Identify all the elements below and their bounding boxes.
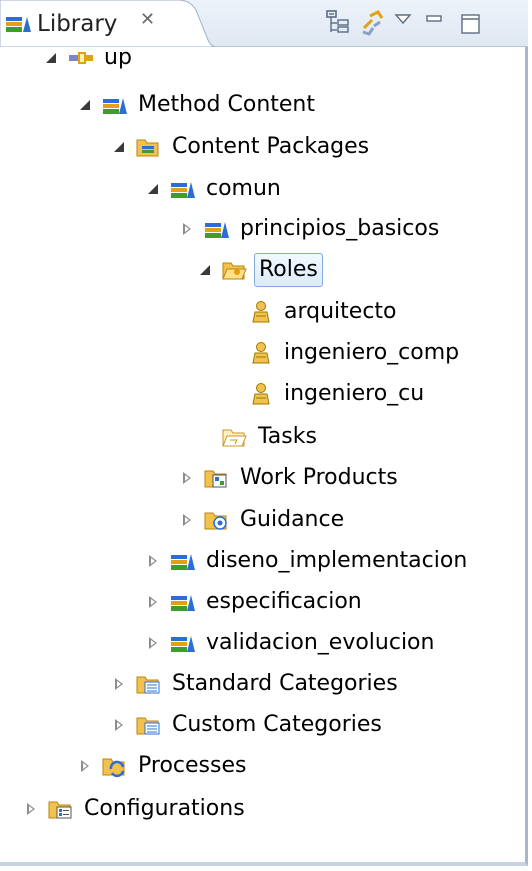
tree-item-guidance[interactable]: Guidance bbox=[180, 500, 348, 540]
tree-item-label: principios_basicos bbox=[240, 216, 440, 241]
tasks-folder-icon bbox=[222, 425, 248, 449]
tree-item-standard-categories[interactable]: Standard Categories bbox=[112, 664, 402, 704]
minimize-icon[interactable] bbox=[423, 12, 449, 40]
content-package-icon bbox=[170, 177, 196, 201]
tree-item-processes[interactable]: Processes bbox=[78, 746, 250, 786]
tree-item-method-content[interactable]: Method Content bbox=[78, 85, 319, 125]
collapsed-arrow-icon[interactable] bbox=[146, 595, 160, 609]
tree-item-label: Roles bbox=[254, 253, 323, 287]
tree-item-content-packages[interactable]: Content Packages bbox=[112, 127, 373, 167]
method-library-icon bbox=[102, 93, 128, 117]
tree-item-label: ingeniero_cu bbox=[284, 381, 425, 406]
role-icon bbox=[248, 382, 274, 406]
collapsed-arrow-icon[interactable] bbox=[112, 718, 126, 732]
tree-item-comun[interactable]: comun bbox=[146, 169, 285, 209]
expanded-arrow-icon[interactable] bbox=[112, 140, 126, 154]
link-with-editor-icon[interactable] bbox=[360, 8, 386, 36]
collapsed-arrow-icon[interactable] bbox=[146, 554, 160, 568]
tree-item-tasks[interactable]: Tasks bbox=[198, 417, 321, 457]
role-icon bbox=[248, 341, 274, 365]
configurations-folder-icon bbox=[48, 797, 74, 821]
tree-item-ingeniero-comp[interactable]: ingeniero_comp bbox=[224, 333, 463, 373]
method-library-icon bbox=[6, 17, 31, 32]
expanded-arrow-icon[interactable] bbox=[146, 182, 160, 196]
tree-item-label: Guidance bbox=[240, 507, 345, 532]
collapsed-arrow-icon[interactable] bbox=[112, 677, 126, 691]
tree-item-configurations[interactable]: Configurations bbox=[24, 789, 249, 829]
tree-item-roles[interactable]: Roles bbox=[198, 250, 323, 290]
expanded-arrow-icon[interactable] bbox=[198, 263, 212, 277]
processes-folder-icon bbox=[102, 754, 128, 778]
content-package-icon bbox=[170, 549, 196, 573]
tree-item-label: up bbox=[104, 45, 132, 70]
custom-categories-folder-icon bbox=[136, 713, 162, 737]
collapsed-arrow-icon[interactable] bbox=[180, 222, 194, 236]
tree-item-label: Custom Categories bbox=[172, 712, 382, 737]
tree-item-arquitecto[interactable]: arquitecto bbox=[224, 292, 401, 332]
standard-categories-folder-icon bbox=[136, 672, 162, 696]
tree-item-label: Method Content bbox=[138, 92, 315, 117]
tree-item-label: Work Products bbox=[240, 465, 398, 490]
roles-folder-icon bbox=[222, 258, 248, 282]
tab-title: Library bbox=[37, 11, 118, 37]
maximize-icon[interactable] bbox=[459, 12, 485, 40]
collapsed-arrow-icon[interactable] bbox=[180, 513, 194, 527]
tree-item-label: Processes bbox=[138, 753, 247, 778]
tree-item-label: diseno_implementacion bbox=[206, 548, 468, 573]
tree-item-validacion-evolucion[interactable]: validacion_evolucion bbox=[146, 623, 438, 663]
guidance-folder-icon bbox=[204, 508, 230, 532]
tree-item-label: Configurations bbox=[84, 796, 245, 821]
tree-item-up[interactable]: up bbox=[44, 38, 136, 78]
expanded-arrow-icon[interactable] bbox=[78, 98, 92, 112]
tree-item-especificacion[interactable]: especificacion bbox=[146, 582, 366, 622]
tree-item-label: comun bbox=[206, 176, 281, 201]
collapsed-arrow-icon[interactable] bbox=[24, 802, 38, 816]
tree-item-work-products[interactable]: Work Products bbox=[180, 458, 402, 498]
tree-item-label: Standard Categories bbox=[172, 671, 398, 696]
tree-item-label: arquitecto bbox=[284, 299, 397, 324]
role-icon bbox=[248, 300, 274, 324]
expanded-arrow-icon[interactable] bbox=[44, 51, 58, 65]
content-package-icon bbox=[170, 590, 196, 614]
close-icon[interactable]: ✕ bbox=[140, 9, 155, 31]
collapsed-arrow-icon[interactable] bbox=[146, 636, 160, 650]
tree-item-label: validacion_evolucion bbox=[206, 630, 435, 655]
collapsed-arrow-icon[interactable] bbox=[78, 759, 92, 773]
content-packages-folder-icon bbox=[136, 135, 162, 159]
tree-item-principios-basicos[interactable]: principios_basicos bbox=[180, 209, 443, 249]
tree-item-label: ingeniero_comp bbox=[284, 340, 460, 365]
work-products-folder-icon bbox=[204, 466, 230, 490]
view-menu-icon[interactable] bbox=[391, 11, 417, 39]
collapse-all-icon[interactable] bbox=[325, 8, 351, 36]
content-package-icon bbox=[170, 631, 196, 655]
tree-item-label: especificacion bbox=[206, 589, 362, 614]
content-package-icon bbox=[204, 217, 230, 241]
library-view: Library ✕ up Method Content Content Pack… bbox=[0, 0, 528, 866]
collapsed-arrow-icon[interactable] bbox=[180, 471, 194, 485]
tree-item-label: Content Packages bbox=[172, 134, 370, 159]
tree-item-label: Tasks bbox=[258, 424, 317, 449]
tree-item-custom-categories[interactable]: Custom Categories bbox=[112, 705, 386, 745]
tree-item-diseno-implementacion[interactable]: diseno_implementacion bbox=[146, 541, 471, 581]
plugin-icon bbox=[68, 46, 94, 70]
tree-item-ingeniero-cu[interactable]: ingeniero_cu bbox=[224, 374, 428, 414]
